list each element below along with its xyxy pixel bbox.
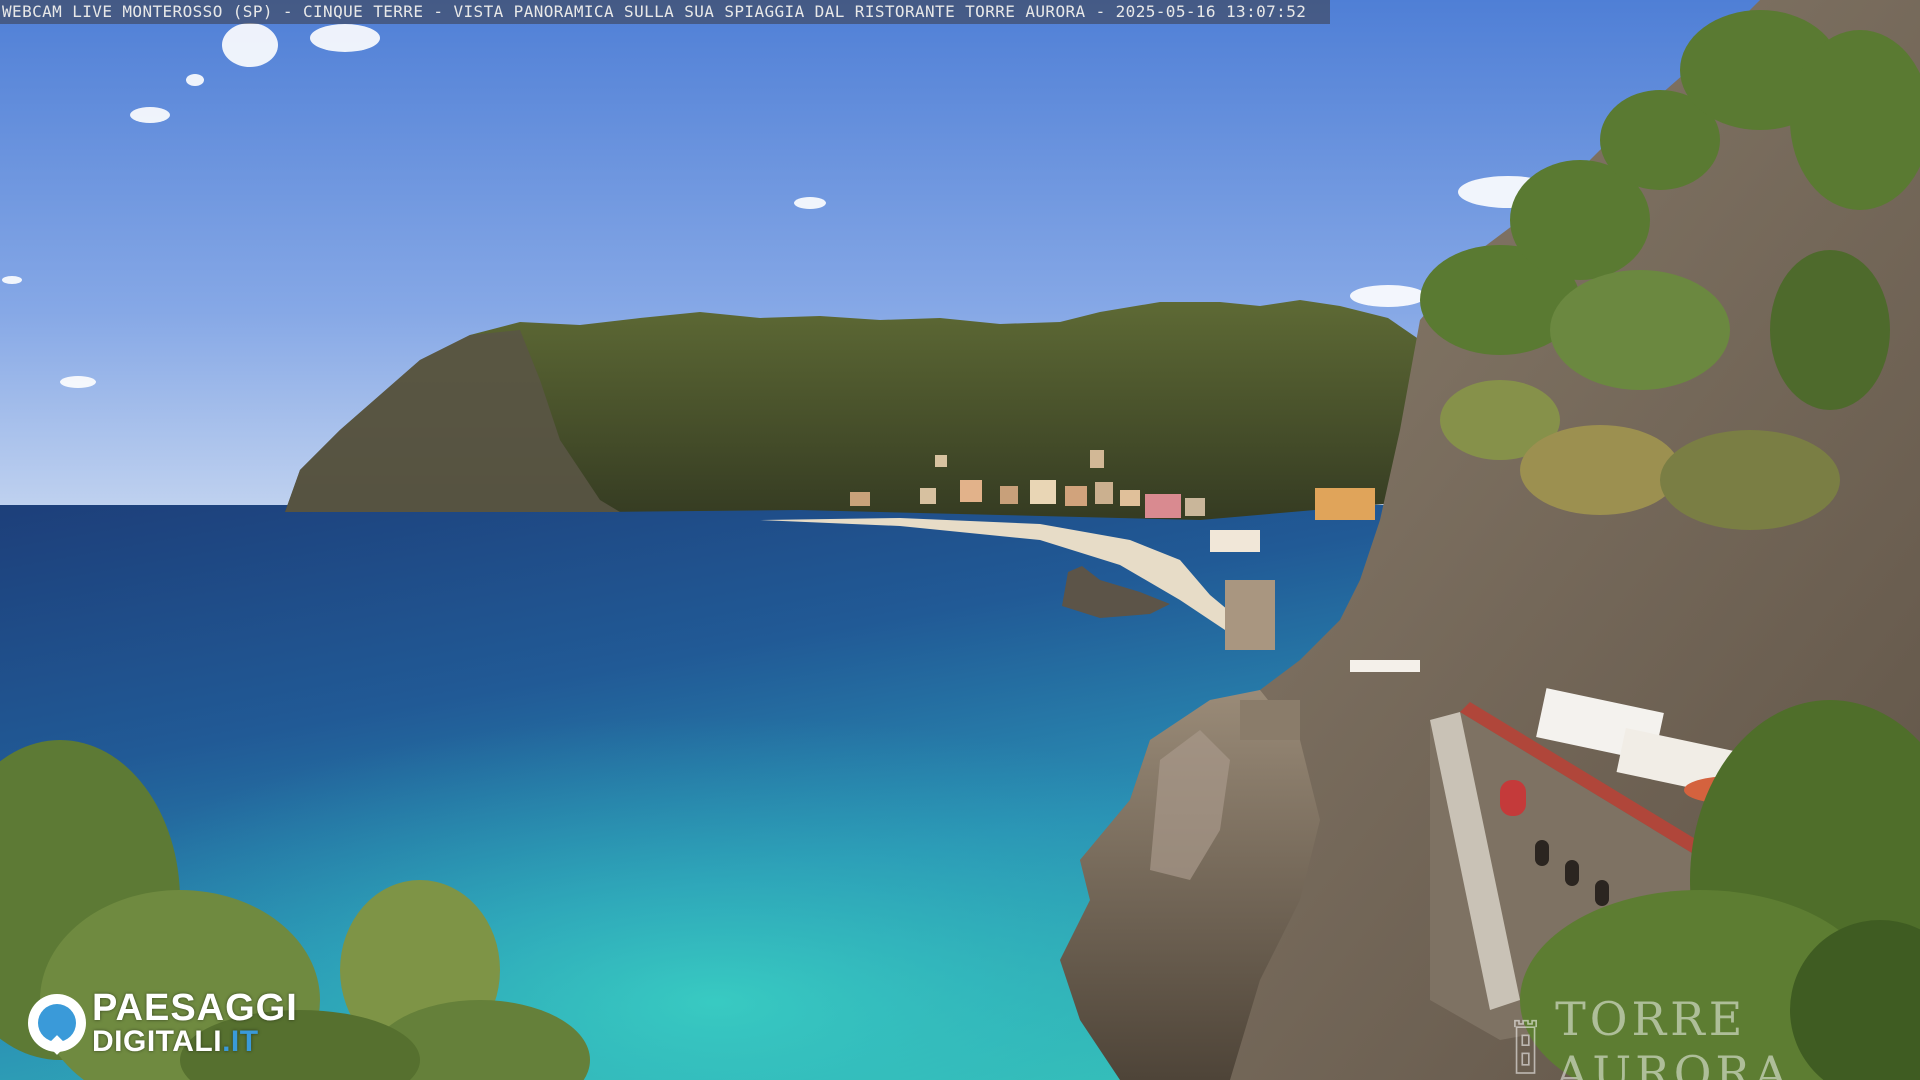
logo-line2: DIGITALI.IT: [92, 1027, 298, 1057]
camera-pin-icon: [28, 994, 86, 1052]
tower-icon: [1514, 1019, 1538, 1074]
webcam-caption: WEBCAM LIVE MONTEROSSO (SP) - CINQUE TER…: [0, 0, 1330, 24]
webcam-scene: [0, 0, 1920, 1080]
logo-text: PAESAGGI DIGITALI.IT: [92, 989, 298, 1057]
logo-line2-main: DIGITALI: [92, 1025, 223, 1058]
torre-aurora-watermark: TORRE AURORA: [1510, 992, 1920, 1080]
logo-line1: PAESAGGI: [92, 987, 298, 1029]
logo-line2-tld: .IT: [222, 1025, 259, 1058]
paesaggi-digitali-logo: PAESAGGI DIGITALI.IT: [28, 988, 298, 1058]
watermark-text: TORRE AURORA: [1555, 992, 1792, 1080]
